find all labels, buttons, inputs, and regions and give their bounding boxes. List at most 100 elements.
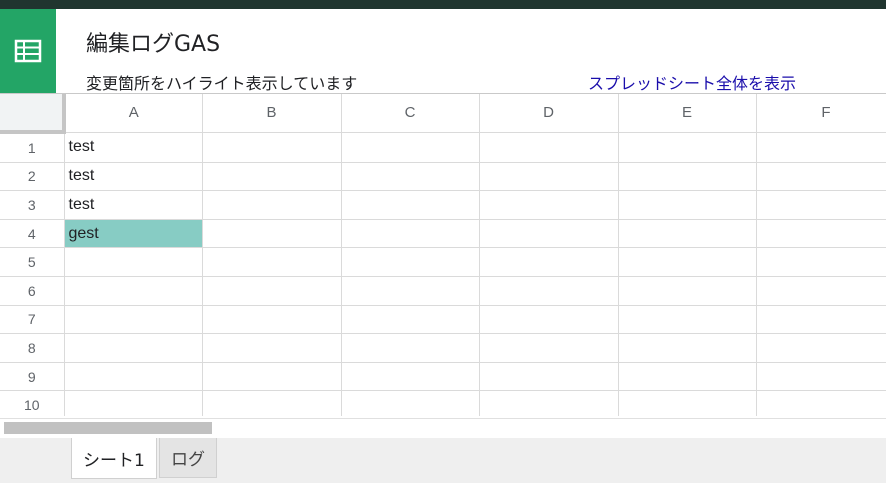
grid-cell[interactable]: test — [64, 132, 203, 163]
grid-cell[interactable] — [64, 247, 203, 277]
row-header[interactable]: 9 — [0, 362, 65, 392]
spreadsheet-grid: ABCDEF 1 test 2 test 3 test 4 gest 5 6 7 8 9 10 — [0, 93, 886, 416]
row-header[interactable]: 4 — [0, 219, 65, 249]
grid-cell[interactable]: gest — [64, 219, 203, 249]
open-full-spreadsheet-link[interactable]: スプレッドシート全体を表示 — [588, 70, 796, 94]
table-row: 3 test — [0, 190, 886, 220]
row-header[interactable]: 2 — [0, 162, 65, 192]
grid-cell[interactable] — [479, 390, 619, 416]
row-header[interactable]: 7 — [0, 305, 65, 335]
grid-cell[interactable] — [341, 219, 480, 249]
grid-cell[interactable] — [202, 305, 342, 335]
table-row: 6 — [0, 276, 886, 306]
grid-cell[interactable] — [618, 305, 757, 335]
table-row: 9 — [0, 362, 886, 392]
sheet-tab-bar: シート1 ログ — [0, 438, 886, 483]
grid-cell[interactable] — [479, 333, 619, 363]
page-subtitle: 変更箇所をハイライト表示しています — [86, 74, 358, 93]
table-row: 2 test — [0, 162, 886, 192]
grid-cell[interactable] — [756, 276, 886, 306]
grid-cell[interactable] — [202, 362, 342, 392]
grid-cell[interactable] — [618, 390, 757, 416]
grid-cell[interactable] — [479, 276, 619, 306]
grid-cell[interactable] — [756, 333, 886, 363]
grid-cell[interactable] — [341, 362, 480, 392]
grid-cell[interactable] — [341, 305, 480, 335]
select-all-corner[interactable] — [0, 94, 66, 134]
grid-cell[interactable] — [618, 162, 757, 192]
column-header-b[interactable]: B — [202, 94, 342, 133]
grid-cell[interactable] — [618, 132, 757, 163]
grid-cell[interactable] — [618, 333, 757, 363]
grid-cell[interactable] — [64, 333, 203, 363]
row-header[interactable]: 8 — [0, 333, 65, 363]
grid-cell[interactable] — [64, 276, 203, 306]
grid-cell[interactable] — [341, 390, 480, 416]
grid-cell[interactable] — [341, 162, 480, 192]
grid-cell[interactable] — [202, 390, 342, 416]
grid-body: 1 test 2 test 3 test 4 gest 5 6 7 8 9 10 — [0, 132, 886, 416]
table-row: 4 gest — [0, 219, 886, 249]
column-header-e[interactable]: E — [618, 94, 757, 133]
grid-cell[interactable] — [479, 247, 619, 277]
scrollbar-thumb[interactable] — [4, 422, 212, 434]
grid-cell[interactable] — [756, 219, 886, 249]
grid-cell[interactable] — [202, 276, 342, 306]
grid-cell[interactable] — [618, 362, 757, 392]
table-row: 7 — [0, 305, 886, 335]
grid-cell[interactable] — [756, 162, 886, 192]
grid-cell[interactable] — [64, 305, 203, 335]
grid-table: ABCDEF 1 test 2 test 3 test 4 gest 5 6 7 8 9 10 — [0, 94, 886, 416]
grid-cell[interactable] — [479, 305, 619, 335]
row-header[interactable]: 1 — [0, 132, 65, 163]
column-header-a[interactable]: A — [64, 94, 203, 133]
grid-cell[interactable] — [341, 276, 480, 306]
grid-cell[interactable] — [479, 362, 619, 392]
grid-cell[interactable] — [202, 333, 342, 363]
column-header-row: ABCDEF — [0, 94, 886, 134]
grid-cell[interactable] — [202, 162, 342, 192]
grid-cell[interactable] — [341, 190, 480, 220]
grid-cell[interactable] — [479, 190, 619, 220]
grid-cell[interactable] — [756, 190, 886, 220]
grid-cell[interactable] — [341, 333, 480, 363]
grid-cell[interactable] — [618, 247, 757, 277]
column-header-d[interactable]: D — [479, 94, 619, 133]
grid-cell[interactable] — [756, 247, 886, 277]
grid-cell[interactable] — [756, 362, 886, 392]
grid-cell[interactable] — [64, 390, 203, 416]
grid-cell[interactable] — [64, 362, 203, 392]
window-top-bar — [0, 0, 886, 9]
spreadsheet-icon — [0, 9, 56, 93]
grid-cell[interactable] — [479, 162, 619, 192]
table-row: 1 test — [0, 132, 886, 163]
grid-cell[interactable] — [341, 132, 480, 163]
sheet-tab-sheet1[interactable]: シート1 — [71, 438, 157, 479]
column-header-c[interactable]: C — [341, 94, 480, 133]
grid-cell[interactable] — [756, 390, 886, 416]
grid-cell[interactable]: test — [64, 190, 203, 220]
grid-cell[interactable] — [479, 219, 619, 249]
horizontal-scrollbar[interactable] — [0, 418, 886, 439]
grid-cell[interactable] — [618, 219, 757, 249]
row-header[interactable]: 10 — [0, 390, 65, 416]
grid-cell[interactable] — [341, 247, 480, 277]
column-header-f[interactable]: F — [756, 94, 886, 133]
grid-cell[interactable] — [618, 190, 757, 220]
row-header[interactable]: 6 — [0, 276, 65, 306]
grid-cell[interactable] — [202, 132, 342, 163]
grid-cell[interactable] — [618, 276, 757, 306]
grid-cell[interactable] — [756, 132, 886, 163]
row-header[interactable]: 5 — [0, 247, 65, 277]
sheet-tab-log[interactable]: ログ — [159, 438, 217, 478]
grid-cell[interactable] — [202, 190, 342, 220]
grid-cell[interactable] — [479, 132, 619, 163]
table-row: 8 — [0, 333, 886, 363]
page-title: 編集ログGAS — [86, 32, 221, 57]
grid-cell[interactable]: test — [64, 162, 203, 192]
grid-cell[interactable] — [202, 219, 342, 249]
row-header[interactable]: 3 — [0, 190, 65, 220]
spreadsheet-icon-glyph — [14, 39, 42, 63]
grid-cell[interactable] — [202, 247, 342, 277]
grid-cell[interactable] — [756, 305, 886, 335]
